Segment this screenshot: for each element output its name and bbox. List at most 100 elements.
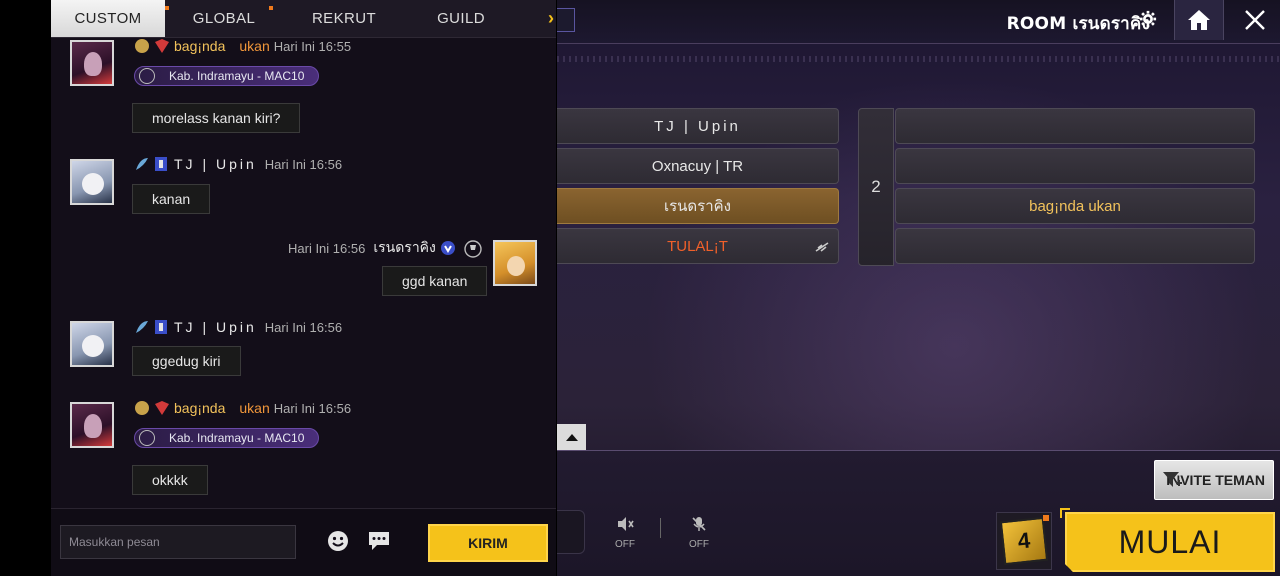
- home-button[interactable]: [1174, 0, 1224, 40]
- team2-slot-2[interactable]: [895, 148, 1255, 184]
- team1-slot-4[interactable]: TULAL¡T: [557, 228, 839, 264]
- quick-chat-icon[interactable]: [367, 529, 391, 553]
- avatar[interactable]: [70, 321, 114, 367]
- home-icon: [1188, 10, 1210, 30]
- guild-tag: Kab. Indramayu - MAC10: [134, 428, 320, 448]
- team2-slot-1[interactable]: [895, 108, 1255, 144]
- message-time: Hari Ini 16:56: [273, 400, 352, 416]
- chat-input-bar: KIRIM: [51, 508, 556, 576]
- room-chip[interactable]: [557, 8, 575, 32]
- emoji-icon[interactable]: [326, 529, 350, 553]
- dice-value: 4: [1016, 527, 1032, 554]
- message-bubble: ggedug kiri: [132, 346, 241, 376]
- player-name: TJ | Upin: [654, 117, 741, 135]
- message-time: Hari Ini 16:56: [288, 240, 366, 256]
- message-time: Hari Ini 16:56: [264, 156, 343, 172]
- guild-emblem-icon: [154, 319, 170, 335]
- room-panel: ROOM เรนดราคิง TJ | Upin Oxnacuy | TR เร…: [557, 0, 1280, 576]
- rank-badge-icon: [134, 400, 150, 416]
- chat-panel: CUSTOM GLOBAL REKRUT GUILD › bag¡nda uka…: [51, 0, 556, 576]
- avatar[interactable]: [493, 240, 537, 286]
- tab-rekrut[interactable]: REKRUT: [301, 0, 387, 37]
- team1-slot-2[interactable]: Oxnacuy | TR: [557, 148, 839, 184]
- sender-suffix: ukan: [239, 400, 270, 416]
- message-header: TJ | Upin Hari Ini 16:56: [134, 319, 342, 335]
- sender-suffix: ukan: [239, 38, 270, 54]
- player-name: Oxnacuy | TR: [651, 157, 744, 175]
- close-icon: [1245, 10, 1265, 30]
- muted-icon: [814, 239, 830, 255]
- guild-emblem-icon: [154, 38, 170, 54]
- message-bubble: morelass kanan kiri?: [132, 103, 301, 133]
- player-name: bag¡nda ukan: [1029, 197, 1121, 215]
- sender-name: bag¡nda: [174, 400, 226, 416]
- team2-slot-3[interactable]: bag¡nda ukan: [895, 188, 1255, 224]
- avatar[interactable]: [70, 40, 114, 86]
- message-bubble: ggd kanan: [382, 266, 488, 296]
- message-input[interactable]: [60, 525, 296, 559]
- guild-emblem-icon: [154, 400, 170, 416]
- notification-dot: [165, 6, 169, 10]
- sender-name: TJ | Upin: [174, 319, 257, 335]
- guild-icon: [139, 430, 155, 446]
- decorative-stripe: [557, 56, 1280, 62]
- message-text: kanan: [152, 191, 191, 207]
- dice-icon: 4: [999, 516, 1049, 566]
- team1-slot-1[interactable]: TJ | Upin: [557, 108, 839, 144]
- rank-badge-icon: [134, 319, 150, 335]
- message-text: okkkk: [152, 472, 188, 488]
- avatar[interactable]: [70, 159, 114, 205]
- rank-badge-icon: [134, 38, 150, 54]
- message-header: bag¡nda ukan Hari Ini 16:55: [134, 38, 351, 54]
- tab-custom[interactable]: CUSTOM: [51, 0, 169, 37]
- tab-label: GLOBAL: [192, 10, 256, 27]
- sender-name: bag¡nda: [174, 38, 226, 54]
- mic-muted-icon: [682, 516, 716, 537]
- tab-label: CUSTOM: [74, 10, 142, 27]
- guild-name: Kab. Indramayu - MAC10: [169, 69, 305, 83]
- rank-badge-icon: [134, 156, 150, 172]
- collapse-button[interactable]: [557, 424, 586, 450]
- send-button[interactable]: KIRIM: [428, 524, 548, 562]
- message-bubble: kanan: [132, 184, 211, 214]
- guild-icon: [139, 68, 155, 84]
- team1-slot-3[interactable]: เรนดราคิง: [557, 188, 839, 224]
- send-label: KIRIM: [468, 535, 508, 551]
- start-label: MULAI: [1118, 523, 1222, 560]
- mic-status: OFF: [689, 539, 709, 550]
- side-chip[interactable]: [557, 510, 585, 554]
- room-top-bar: [557, 0, 1280, 44]
- tab-label: REKRUT: [311, 10, 377, 27]
- divider: [660, 518, 661, 538]
- message-text: ggedug kiri: [152, 353, 221, 369]
- close-button[interactable]: [1230, 0, 1280, 40]
- screen-left-edge: [0, 0, 51, 576]
- tab-guild[interactable]: GUILD: [423, 0, 499, 37]
- mic-toggle[interactable]: OFF: [682, 516, 716, 550]
- sender-name: เรนดราคิง: [373, 239, 436, 255]
- team2-slot-4[interactable]: [895, 228, 1255, 264]
- message-header: bag¡nda ukan Hari Ini 16:56: [134, 400, 351, 416]
- speaker-toggle[interactable]: OFF: [608, 516, 642, 550]
- sender-name: TJ | Upin: [174, 156, 257, 172]
- message-header: Hari Ini 16:56 เรนดราคิง: [288, 237, 482, 259]
- guild-tag: Kab. Indramayu - MAC10: [134, 66, 320, 86]
- chevron-right-icon[interactable]: ›: [548, 8, 554, 29]
- dice-button[interactable]: 4: [996, 512, 1052, 570]
- player-name: เรนดราคิง: [663, 198, 732, 215]
- avatar[interactable]: [70, 402, 114, 448]
- start-button[interactable]: MULAI: [1065, 512, 1275, 572]
- speaker-status: OFF: [615, 539, 635, 550]
- chat-tabs: CUSTOM GLOBAL REKRUT GUILD ›: [51, 0, 556, 38]
- player-name: TULAL¡T: [667, 237, 728, 255]
- message-text: ggd kanan: [402, 273, 468, 289]
- invite-friend-button[interactable]: INVITE TEMAN: [1154, 460, 1274, 500]
- tab-global[interactable]: GLOBAL: [181, 0, 273, 37]
- message-bubble: okkkk: [132, 465, 208, 495]
- message-header: TJ | Upin Hari Ini 16:56: [134, 156, 342, 172]
- gear-icon[interactable]: [1138, 10, 1158, 30]
- notification-dot: [1043, 515, 1049, 521]
- guild-name: Kab. Indramayu - MAC10: [169, 431, 305, 445]
- message-list[interactable]: bag¡nda ukan Hari Ini 16:55 Kab. Indrama…: [51, 38, 556, 508]
- speaker-muted-icon: [608, 516, 642, 537]
